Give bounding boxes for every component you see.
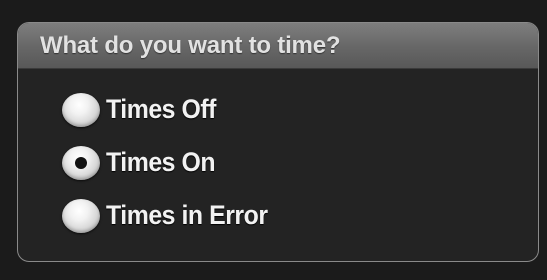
option-times-in-error[interactable]: Times in Error xyxy=(62,189,282,242)
radio-button-times-off[interactable] xyxy=(62,92,100,127)
radio-group: Times Off Times On Times in Error xyxy=(62,83,282,242)
option-label: Times in Error xyxy=(106,200,268,230)
panel-header: What do you want to time? xyxy=(18,23,538,69)
timing-options-panel: What do you want to time? Times Off Time… xyxy=(17,22,539,262)
option-label: Times On xyxy=(106,147,216,177)
option-label: Times Off xyxy=(106,94,216,124)
option-times-on[interactable]: Times On xyxy=(62,136,282,189)
panel-title: What do you want to time? xyxy=(40,31,341,59)
radio-button-times-on[interactable] xyxy=(62,145,100,180)
radio-dot-icon xyxy=(75,156,87,169)
option-times-off[interactable]: Times Off xyxy=(62,83,282,136)
page: What do you want to time? Times Off Time… xyxy=(0,0,547,280)
radio-button-times-in-error[interactable] xyxy=(62,198,100,233)
